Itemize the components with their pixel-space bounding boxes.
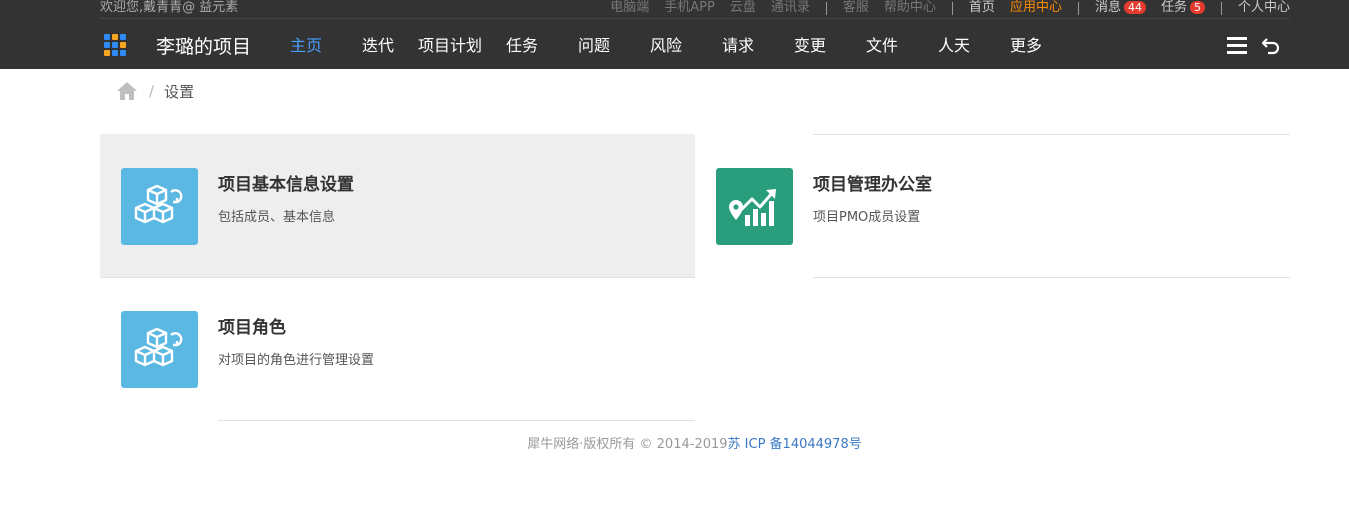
- nav-tab[interactable]: 人天: [918, 19, 990, 69]
- divider: [825, 1, 827, 15]
- nav-tab[interactable]: 问题: [558, 19, 630, 69]
- card-description: 项目PMO成员设置: [813, 210, 921, 225]
- nav-tab[interactable]: 任务: [486, 19, 558, 69]
- project-title: 李璐的项目: [156, 36, 252, 58]
- utility-links: 电脑端 手机APP 云盘 通讯录 客服 帮助中心 首页 应用中心 消息 44 任务…: [595, 0, 1290, 16]
- card-title: 项目角色: [218, 318, 286, 338]
- breadcrumb-separator: /: [149, 82, 155, 100]
- app-center-link[interactable]: 应用中心: [1010, 0, 1062, 16]
- divider: [951, 1, 953, 15]
- card-title: 项目管理办公室: [813, 175, 932, 195]
- breadcrumb-current: 设置: [164, 82, 195, 101]
- card-icon-bg: [716, 168, 793, 245]
- main-nav: 李璐的项目 主页 迭代 项目计划 任务 问题 风险 请求 变更 文件 人天 更多: [100, 19, 1290, 69]
- help-center-link[interactable]: 帮助中心: [884, 0, 936, 16]
- card-title: 项目基本信息设置: [218, 175, 354, 195]
- tasks-label: 任务: [1160, 0, 1187, 15]
- footer: 犀牛网络·版权所有 © 2014-2019苏 ICP 备14044978号: [0, 433, 1349, 452]
- nav-tab[interactable]: 变更: [774, 19, 846, 69]
- nav-tabs: 主页 迭代 项目计划 任务 问题 风险 请求 变更 文件 人天 更多: [270, 19, 1062, 69]
- mobile-app-link[interactable]: 手机APP: [664, 0, 715, 16]
- app-grid-icon[interactable]: [104, 34, 126, 56]
- icp-link[interactable]: 苏 ICP 备14044978号: [728, 437, 862, 452]
- nav-tab[interactable]: 更多: [990, 19, 1062, 69]
- settings-card-basic-info[interactable]: 项目基本信息设置 包括成员、基本信息: [100, 134, 695, 277]
- messages-link[interactable]: 消息 44: [1095, 0, 1146, 16]
- chart-pin-icon: [729, 189, 776, 226]
- divider: [218, 420, 695, 421]
- desktop-link[interactable]: 电脑端: [610, 0, 649, 16]
- nav-tab[interactable]: 请求: [702, 19, 774, 69]
- nav-tab[interactable]: 主页: [270, 19, 342, 69]
- divider: [1077, 1, 1079, 15]
- card-description: 对项目的角色进行管理设置: [218, 353, 375, 368]
- welcome-text: 欢迎您,戴青青@ 益元素: [100, 0, 239, 15]
- settings-card-roles[interactable]: 项目角色 对项目的角色进行管理设置: [100, 277, 695, 420]
- top-navbar: 欢迎您,戴青青@ 益元素 电脑端 手机APP 云盘 通讯录 客服 帮助中心 首页…: [0, 0, 1349, 69]
- nav-tab[interactable]: 文件: [846, 19, 918, 69]
- messages-count-badge: 44: [1123, 1, 1146, 14]
- menu-icon[interactable]: [1227, 37, 1247, 54]
- back-icon[interactable]: [1261, 34, 1281, 56]
- home-icon[interactable]: [116, 81, 138, 101]
- cloud-disk-link[interactable]: 云盘: [730, 0, 756, 16]
- nav-tab[interactable]: 风险: [630, 19, 702, 69]
- card-icon-bg: [121, 168, 198, 245]
- cubes-icon: [134, 327, 183, 367]
- breadcrumb: / 设置: [116, 80, 194, 102]
- home-link[interactable]: 首页: [969, 0, 995, 16]
- nav-tab[interactable]: 迭代: [342, 19, 414, 69]
- divider: [813, 277, 1290, 278]
- personal-center-link[interactable]: 个人中心: [1238, 0, 1290, 16]
- tasks-link[interactable]: 任务 5: [1161, 0, 1205, 16]
- card-description: 包括成员、基本信息: [218, 210, 336, 225]
- settings-card-pmo[interactable]: 项目管理办公室 项目PMO成员设置: [695, 134, 1290, 277]
- messages-label: 消息: [1094, 0, 1121, 15]
- tasks-count-badge: 5: [1189, 1, 1205, 14]
- contacts-link[interactable]: 通讯录: [771, 0, 810, 16]
- nav-tab[interactable]: 项目计划: [414, 19, 486, 69]
- utility-bar: 欢迎您,戴青青@ 益元素 电脑端 手机APP 云盘 通讯录 客服 帮助中心 首页…: [100, 0, 1290, 18]
- customer-service-link[interactable]: 客服: [843, 0, 869, 16]
- divider: [1220, 1, 1222, 15]
- copyright-text: 犀牛网络·版权所有 © 2014-2019: [527, 437, 728, 452]
- cubes-icon: [134, 184, 183, 224]
- card-icon-bg: [121, 311, 198, 388]
